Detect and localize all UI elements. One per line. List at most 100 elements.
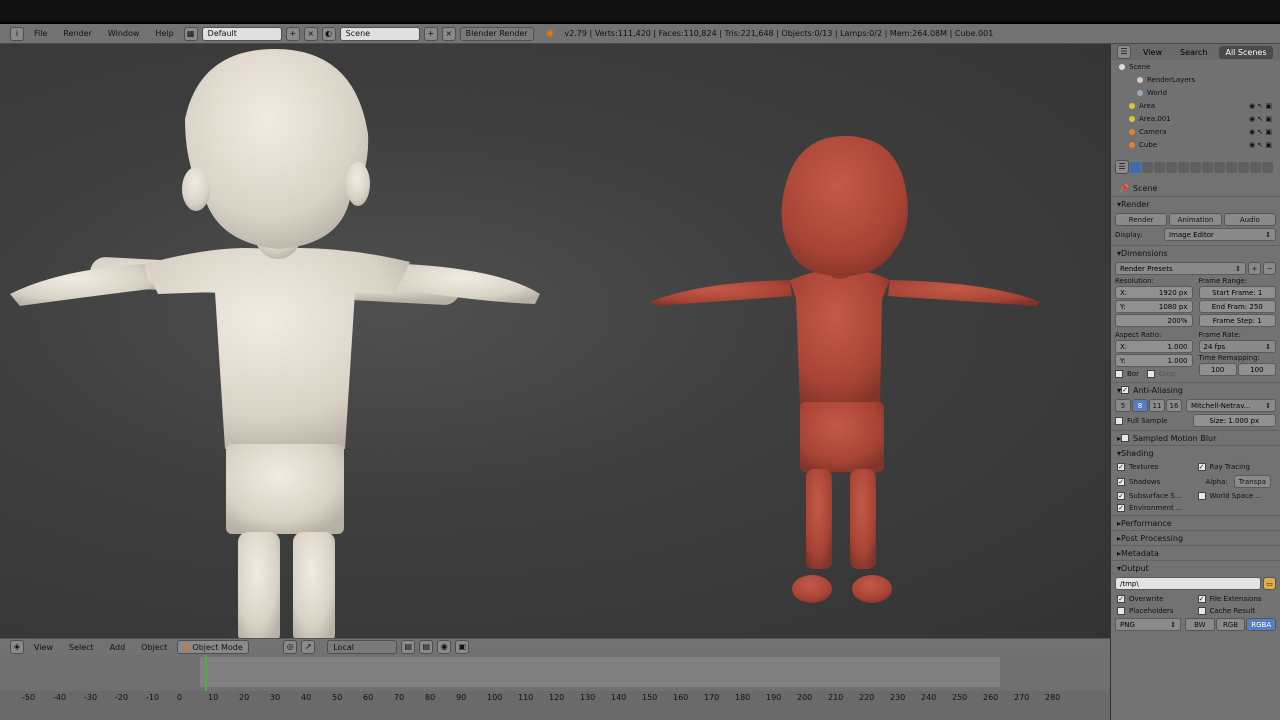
world-tab-icon[interactable] xyxy=(1166,161,1177,173)
end-frame-field[interactable]: End Fram: 250 xyxy=(1198,300,1276,313)
scene-icon[interactable]: ◐ xyxy=(321,26,336,41)
remove-layout-icon[interactable]: × xyxy=(303,26,318,41)
particles-tab-icon[interactable] xyxy=(1250,161,1261,173)
current-frame-marker[interactable] xyxy=(205,655,207,691)
screen-layout-field[interactable]: Default xyxy=(201,26,282,41)
alpha-select[interactable]: Transpa xyxy=(1233,475,1271,488)
aa-samples-8[interactable]: 8 xyxy=(1132,399,1148,412)
remap-old-field[interactable]: 100 xyxy=(1198,363,1237,376)
outliner-item-area[interactable]: Area ◉ ↖ ▣ xyxy=(1111,99,1280,112)
overwrite-checkbox[interactable]: ✓ Overwrite xyxy=(1117,595,1194,603)
start-frame-field[interactable]: Start Frame: 1 xyxy=(1198,286,1276,299)
shadows-checkbox[interactable]: ✓ Shadows xyxy=(1117,475,1194,488)
outliner-item-world[interactable]: World xyxy=(1111,86,1280,99)
shading-panel-header[interactable]: ▾ Shading xyxy=(1111,445,1280,460)
menu-file[interactable]: File xyxy=(28,29,53,38)
timeline-track[interactable] xyxy=(200,657,1000,687)
crop-checkbox[interactable]: Crop xyxy=(1146,370,1175,378)
aa-samples-5[interactable]: 5 xyxy=(1115,399,1131,412)
visibility-icon[interactable]: ◉ ↖ ▣ xyxy=(1249,102,1272,110)
physics-tab-icon[interactable] xyxy=(1262,161,1273,173)
motion-blur-panel-header[interactable]: ▸ Sampled Motion Blur xyxy=(1111,430,1280,445)
material-tab-icon[interactable] xyxy=(1226,161,1237,173)
constraints-tab-icon[interactable] xyxy=(1190,161,1201,173)
world-space-checkbox[interactable]: World Space ... xyxy=(1197,492,1275,500)
scene-field[interactable]: Scene xyxy=(339,26,420,41)
resolution-percent-field[interactable]: 200% xyxy=(1115,314,1193,327)
frame-rate-select[interactable]: 24 fps ⇕ xyxy=(1198,340,1276,353)
add-layout-icon[interactable]: + xyxy=(285,26,300,41)
data-tab-icon[interactable] xyxy=(1214,161,1225,173)
render-panel-header[interactable]: ▾ Render xyxy=(1111,196,1280,211)
character-model-red[interactable] xyxy=(650,136,1040,603)
menu-view[interactable]: View xyxy=(28,643,59,652)
menu-select[interactable]: Select xyxy=(63,643,100,652)
menu-render[interactable]: Render xyxy=(57,29,97,38)
modifiers-tab-icon[interactable] xyxy=(1202,161,1213,173)
pivot-icon[interactable]: ◎ xyxy=(283,640,298,654)
remap-new-field[interactable]: 100 xyxy=(1237,363,1276,376)
render-engine-select[interactable]: Blender Render xyxy=(459,26,534,41)
layers-tab-icon[interactable] xyxy=(1142,161,1153,173)
aspect-y-field[interactable]: Y: 1.000 xyxy=(1115,354,1193,367)
outliner-item-cube[interactable]: Cube ◉ ↖ ▣ xyxy=(1111,138,1280,151)
outliner-item-scene[interactable]: Scene xyxy=(1111,60,1280,73)
resolution-y-field[interactable]: Y: 1080 px xyxy=(1115,300,1193,313)
render-tab-icon[interactable] xyxy=(1130,161,1141,173)
resolution-x-field[interactable]: X: 1920 px xyxy=(1115,286,1193,299)
object-tab-icon[interactable] xyxy=(1178,161,1189,173)
border-checkbox[interactable]: Bor xyxy=(1115,370,1139,378)
outliner-tab-view[interactable]: View xyxy=(1137,46,1168,59)
textures-checkbox[interactable]: ✓ Textures xyxy=(1117,463,1194,471)
aa-panel-header[interactable]: ▾ ✓ Anti-Aliasing xyxy=(1111,382,1280,397)
rgba-button[interactable]: RGBA xyxy=(1246,618,1277,631)
environment-checkbox[interactable]: ✓ Environment ... xyxy=(1117,504,1194,512)
snap-icon[interactable]: ◉ xyxy=(437,640,452,654)
menu-window[interactable]: Window xyxy=(102,29,146,38)
menu-add[interactable]: Add xyxy=(104,643,132,652)
visibility-icon[interactable]: ◉ ↖ ▣ xyxy=(1249,141,1272,149)
menu-help[interactable]: Help xyxy=(149,29,179,38)
aa-filter-select[interactable]: Mitchell-Netrav... ⇕ xyxy=(1186,399,1276,412)
output-path-field[interactable]: /tmp\ xyxy=(1115,577,1261,590)
viewport-editor-type-icon[interactable]: ◈ xyxy=(10,640,24,654)
performance-panel-header[interactable]: ▸ Performance xyxy=(1111,515,1280,530)
remove-preset-button[interactable]: − xyxy=(1263,262,1276,275)
layers2-icon[interactable]: ▤ xyxy=(419,640,434,654)
placeholders-checkbox[interactable]: Placeholders xyxy=(1117,607,1194,615)
aspect-x-field[interactable]: X: 1.000 xyxy=(1115,340,1193,353)
bw-button[interactable]: BW xyxy=(1185,618,1215,631)
texture-tab-icon[interactable] xyxy=(1238,161,1249,173)
outliner-tab-all-scenes[interactable]: All Scenes xyxy=(1219,45,1273,59)
aa-samples-16[interactable]: 16 xyxy=(1166,399,1182,412)
metadata-panel-header[interactable]: ▸ Metadata xyxy=(1111,545,1280,560)
3d-viewport[interactable] xyxy=(0,44,1110,638)
dimensions-panel-header[interactable]: ▾ Dimensions xyxy=(1111,245,1280,260)
render-button[interactable]: Render xyxy=(1115,213,1168,226)
output-panel-header[interactable]: ▾ Output xyxy=(1111,560,1280,575)
pin-icon[interactable]: 📌 xyxy=(1119,184,1129,193)
outliner-tab-search[interactable]: Search xyxy=(1174,46,1213,59)
animation-button[interactable]: Animation xyxy=(1169,213,1222,226)
aa-size-field[interactable]: Size: 1.000 px xyxy=(1192,414,1276,427)
mode-select[interactable]: ◆ Object Mode xyxy=(177,640,250,654)
outliner-editor-icon[interactable]: ☰ xyxy=(1117,45,1131,59)
outliner-item-camera[interactable]: Camera ◉ ↖ ▣ xyxy=(1111,125,1280,138)
subsurface-checkbox[interactable]: ✓ Subsurface S... xyxy=(1117,492,1194,500)
remove-scene-icon[interactable]: × xyxy=(441,26,456,41)
frame-step-field[interactable]: Frame Step: 1 xyxy=(1198,314,1276,327)
manipulator-icon[interactable]: ↗ xyxy=(301,640,316,654)
full-sample-checkbox[interactable]: Full Sample xyxy=(1115,414,1189,427)
add-scene-icon[interactable]: + xyxy=(423,26,438,41)
aa-samples-11[interactable]: 11 xyxy=(1149,399,1165,412)
timeline[interactable] xyxy=(0,655,1110,691)
file-format-select[interactable]: PNG ⇕ xyxy=(1115,618,1181,631)
screen-layout-icon[interactable]: ▦ xyxy=(183,26,198,41)
cache-result-checkbox[interactable]: Cache Result xyxy=(1197,607,1275,615)
properties-editor-icon[interactable]: ☰ xyxy=(1115,160,1129,174)
render-preview-icon[interactable]: ▣ xyxy=(455,640,470,654)
visibility-icon[interactable]: ◉ ↖ ▣ xyxy=(1249,128,1272,136)
display-select[interactable]: Image Editor ⇕ xyxy=(1164,228,1276,241)
file-extensions-checkbox[interactable]: ✓ File Extensions xyxy=(1197,595,1275,603)
menu-object[interactable]: Object xyxy=(135,643,173,652)
